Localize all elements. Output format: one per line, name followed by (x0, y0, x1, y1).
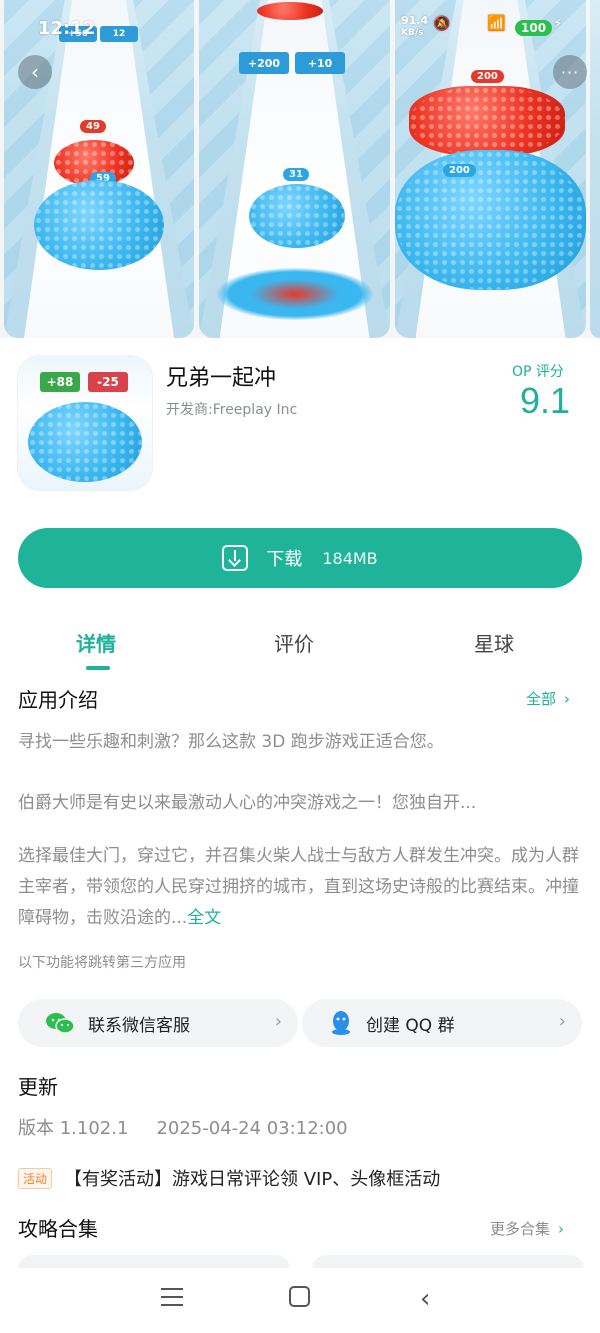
menu-icon[interactable] (161, 1288, 183, 1306)
intro-more-label: 全部 (526, 690, 557, 708)
chevron-right-icon: › (564, 690, 571, 708)
activity-badge: 活动 (18, 1168, 53, 1189)
guides-more-label: 更多合集 (490, 1220, 551, 1238)
red-count-badge: 200 (471, 70, 504, 83)
intro-paragraph-3: 选择最佳大门，穿过它，并召集火柴人战士与敌方人群发生冲突。成为人群主宰者，带领您… (18, 841, 583, 934)
chevron-right-icon: › (558, 1220, 565, 1238)
active-tab-indicator (86, 666, 110, 670)
network-speed-unit: KB/s (401, 28, 424, 38)
third-party-note: 以下功能将跳转第三方应用 (18, 955, 186, 971)
full-text-link[interactable]: 全文 (187, 908, 221, 928)
intro-more-link[interactable]: 全部 › (526, 688, 570, 709)
activity-link[interactable]: 【有奖活动】游戏日常评论领 VIP、头像框活动 (64, 1165, 440, 1191)
wechat-icon (46, 1012, 75, 1034)
wifi-icon: 📶 (487, 14, 506, 32)
tab-planet[interactable]: 星球 (474, 628, 514, 657)
qq-icon (330, 1010, 352, 1036)
qq-group-button[interactable]: 创建 QQ 群 › (302, 999, 582, 1047)
chevron-right-icon: › (558, 1011, 566, 1032)
screenshot-gallery[interactable]: +56 12 49 59 +200 +10 31 200 200 12:12 9… (0, 0, 600, 338)
app-icon: +88 -25 (18, 356, 152, 490)
screenshot-1[interactable]: +56 12 49 59 (4, 0, 194, 338)
guides-more-link[interactable]: 更多合集 › (490, 1218, 564, 1239)
download-button[interactable]: 下载 184MB (18, 528, 582, 588)
back-nav-icon[interactable]: ‹ (420, 1284, 430, 1314)
screenshot-4-peek[interactable] (590, 0, 600, 338)
splash (217, 268, 373, 320)
tab-bar: 详情 评价 星球 (0, 620, 600, 670)
version-number: 版本 1.102.1 (18, 1118, 129, 1139)
qq-group-label: 创建 QQ 群 (366, 1015, 455, 1036)
icon-crowd (28, 402, 142, 482)
intro-paragraph-2: 伯爵大师是有史以来最激动人心的冲突游戏之一！您独自开... (18, 793, 477, 813)
mute-icon: 🔕 (433, 16, 451, 32)
version-info: 版本 1.102.1 2025-04-24 03:12:00 (18, 1114, 348, 1140)
tab-details[interactable]: 详情 (76, 628, 116, 657)
home-icon[interactable] (289, 1286, 310, 1307)
status-time: 12:12 (38, 18, 96, 39)
gate-plus-200: +200 (239, 52, 289, 74)
screenshot-2[interactable]: +200 +10 31 (199, 0, 390, 338)
blue-count-badge: 200 (443, 164, 476, 177)
tab-reviews[interactable]: 评价 (274, 628, 314, 657)
blue-crowd (249, 184, 345, 248)
app-score: 9.1 (520, 380, 571, 421)
intro-paragraph-3-text: 选择最佳大门，穿过它，并召集火柴人战士与敌方人群发生冲突。成为人群主宰者，带领您… (18, 846, 579, 928)
icon-gate-minus: -25 (88, 372, 128, 392)
app-developer: 开发商:Freeplay Inc (166, 402, 298, 418)
blue-crowd (395, 150, 586, 290)
battery-indicator: 100 (515, 20, 553, 36)
wechat-service-label: 联系微信客服 (88, 1015, 190, 1036)
download-icon (222, 545, 249, 571)
intro-heading: 应用介绍 (18, 688, 98, 712)
network-speed: 91.4 (401, 14, 429, 27)
icon-gate-plus: +88 (40, 372, 80, 392)
red-crowd (409, 86, 565, 156)
system-nav-bar: ‹ (0, 1268, 600, 1333)
screenshot-3[interactable]: 200 200 (395, 0, 586, 338)
chevron-right-icon: › (274, 1011, 282, 1032)
gate-number: 12 (100, 26, 138, 42)
download-label: 下载 (266, 549, 303, 570)
blue-crowd (34, 180, 164, 270)
score-label: OP 评分 (512, 364, 564, 380)
back-icon[interactable]: ‹ (18, 55, 52, 89)
wechat-service-button[interactable]: 联系微信客服 › (18, 999, 298, 1047)
red-crowd (257, 2, 323, 20)
more-options-icon[interactable]: ··· (553, 55, 587, 89)
update-date: 2025-04-24 03:12:00 (156, 1118, 348, 1139)
gate-plus-10: +10 (295, 52, 345, 74)
intro-paragraph-1: 寻找一些乐趣和刺激？那么这款 3D 跑步游戏正适合您。 (18, 732, 444, 752)
app-name: 兄弟一起冲 (166, 366, 277, 391)
guides-heading: 攻略合集 (18, 1217, 98, 1241)
blue-count-badge: 31 (283, 168, 309, 181)
download-size: 184MB (322, 548, 378, 568)
charging-icon: ⚡ (553, 16, 563, 32)
red-count-badge: 49 (80, 120, 106, 133)
update-heading: 更新 (18, 1075, 58, 1099)
